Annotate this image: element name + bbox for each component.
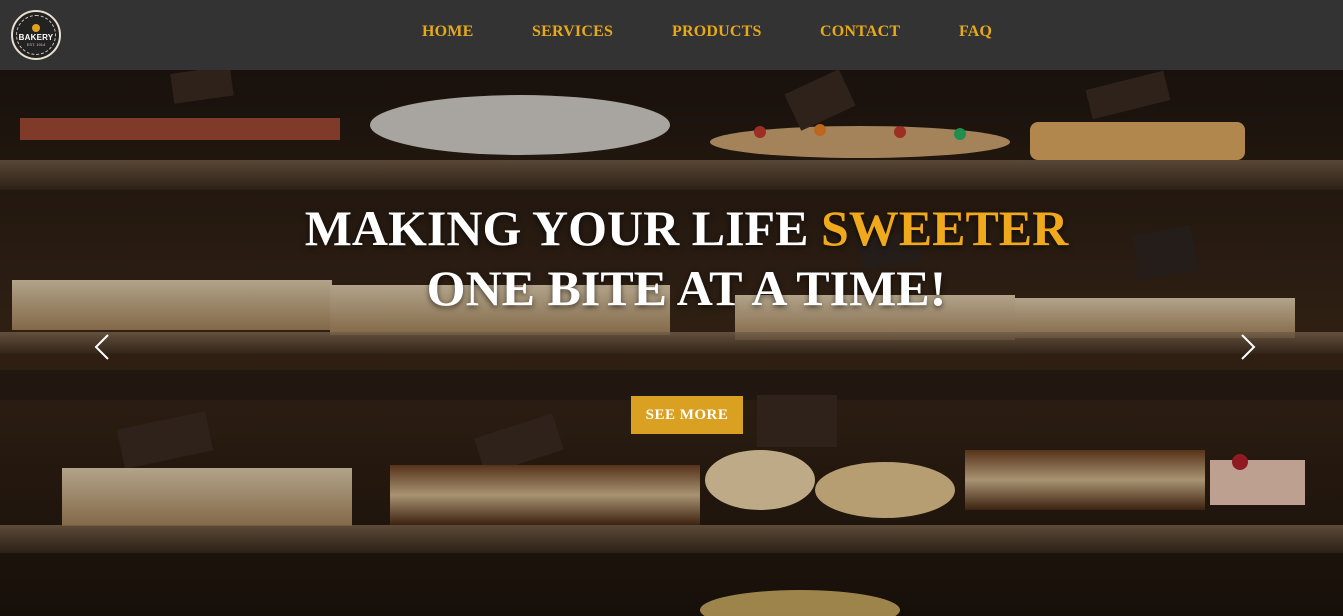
nav-services[interactable]: SERVICES [532, 23, 613, 41]
navbar: BAKERY EST. 1914 HOME SERVICES PRODUCTS … [0, 0, 1343, 70]
headline-line2: ONE BITE AT A TIME! [426, 260, 947, 316]
nav-home[interactable]: HOME [422, 23, 473, 41]
hero-headline: MAKING YOUR LIFE SWEETER ONE BITE AT A T… [0, 198, 1343, 318]
carousel-next-button[interactable] [1236, 332, 1260, 362]
nav-faq[interactable]: FAQ [959, 23, 992, 41]
chevron-left-icon [94, 334, 109, 360]
nav-contact[interactable]: CONTACT [820, 23, 900, 41]
carousel-prev-button[interactable] [90, 332, 114, 362]
main-nav: HOME SERVICES PRODUCTS CONTACT FAQ [0, 0, 1343, 70]
hero-carousel: MAKING YOUR LIFE SWEETER ONE BITE AT A T… [0, 70, 1343, 616]
nav-products[interactable]: PRODUCTS [672, 23, 762, 41]
headline-accent: SWEETER [820, 200, 1069, 256]
hero-overlay [0, 70, 1343, 616]
see-more-button[interactable]: SEE MORE [631, 396, 743, 434]
chevron-right-icon [1241, 334, 1256, 360]
headline-line1-prefix: MAKING YOUR LIFE [304, 200, 809, 256]
